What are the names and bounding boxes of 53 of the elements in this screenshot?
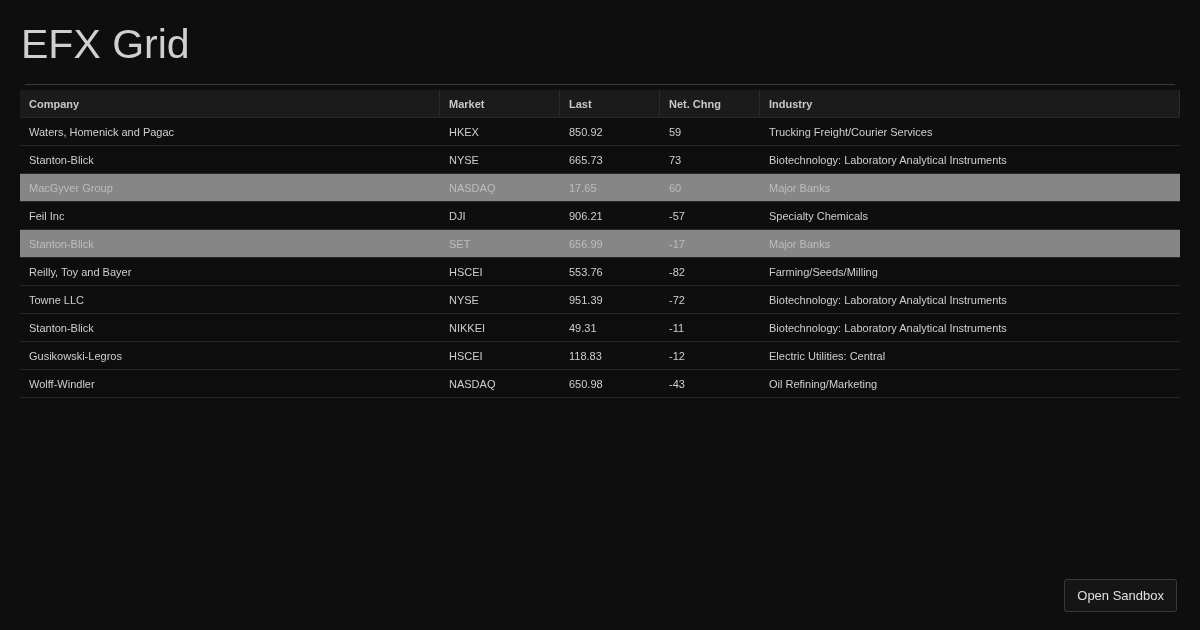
table-cell-text: Reilly, Toy and Bayer: [28, 264, 133, 280]
table-cell-text: Wolff-Windler: [28, 376, 96, 392]
column-header[interactable]: Market: [440, 90, 560, 117]
table-cell-text: 553.76: [568, 264, 604, 280]
table-cell-text: -57: [668, 208, 686, 224]
page-title: EFX Grid: [21, 20, 191, 69]
table-cell-text: Waters, Homenick and Pagac: [28, 124, 176, 140]
table-row[interactable]: Wolff-Windler NASDAQ 650.98 -43 Oil Refining/Marketing: [20, 370, 1180, 398]
table-cell-text: 49.31: [568, 320, 598, 336]
table-cell-text: 650.98: [568, 376, 604, 392]
open-sandbox-button[interactable]: Open Sandbox: [1064, 579, 1177, 612]
table-row[interactable]: Waters, Homenick and Pagac HKEX 850.92 59 Trucking Freight/Courier Services: [20, 118, 1180, 146]
table-row[interactable]: Towne LLC NYSE 951.39 -72 Biotechnology: Laboratory Analytical Instruments: [20, 286, 1180, 314]
table-cell-text: Farming/Seeds/Milling: [768, 264, 879, 280]
table-cell-text: Towne LLC: [28, 292, 86, 308]
table-cell-text: HSCEI: [448, 348, 484, 364]
table-row[interactable]: Gusikowski-Legros HSCEI 118.83 -12 Electric Utilities: Central: [20, 342, 1180, 370]
column-header[interactable]: Industry: [760, 90, 1180, 117]
table-cell-text: Oil Refining/Marketing: [768, 376, 879, 392]
table-cell-text: HSCEI: [448, 264, 484, 280]
table-cell-text: 118.83: [568, 348, 603, 364]
table-cell-text: Biotechnology: Laboratory Analytical Instruments: [768, 320, 1008, 336]
table-cell-text: Biotechnology: Laboratory Analytical Instruments: [768, 152, 1008, 168]
table-cell-text: Feil Inc: [28, 208, 66, 224]
table-row[interactable]: Reilly, Toy and Bayer HSCEI 553.76 -82 Farming/Seeds/Milling: [20, 258, 1180, 286]
table-cell-text: 73: [668, 152, 683, 168]
table-cell-text: Stanton-Blick: [28, 152, 95, 168]
table-cell-text: HKEX: [448, 124, 480, 140]
table-cell-text: Biotechnology: Laboratory Analytical Instruments: [768, 292, 1008, 308]
table-cell-text: -43: [668, 376, 686, 392]
column-header[interactable]: Company: [20, 90, 440, 117]
table-cell-text: NIKKEI: [448, 320, 487, 336]
table-cell-text: 665.73: [568, 152, 604, 168]
column-header[interactable]: Last: [560, 90, 660, 117]
table-cell-text: DJI: [448, 208, 467, 224]
table-row[interactable]: Stanton-Blick NIKKEI 49.31 -11 Biotechnology: Laboratory Analytical Instruments: [20, 314, 1180, 342]
table-cell-text: NYSE: [448, 152, 480, 168]
table-cell-text: 906.21: [568, 208, 604, 224]
table-cell-text: Specialty Chemicals: [768, 208, 870, 224]
table-cell-text: NYSE: [448, 292, 480, 308]
table-cell-text: -11: [668, 320, 686, 336]
table-cell-text: NASDAQ: [448, 376, 497, 392]
column-header[interactable]: Net. Chng: [660, 90, 760, 117]
table-cell-text: 59: [668, 124, 683, 140]
table-cell-text: Gusikowski-Legros: [28, 348, 123, 364]
table-cell-text: -72: [668, 292, 686, 308]
table-cell-text: -12: [668, 348, 686, 364]
table-cell-text: 850.92: [568, 124, 604, 140]
table-cell-text: -82: [668, 264, 686, 280]
table-cell-text: Stanton-Blick: [28, 320, 95, 336]
table-cell-text: Electric Utilities: Central: [768, 348, 887, 364]
table-cell-text: 951.39: [568, 292, 604, 308]
table-cell-text: Trucking Freight/Courier Services: [768, 124, 934, 140]
